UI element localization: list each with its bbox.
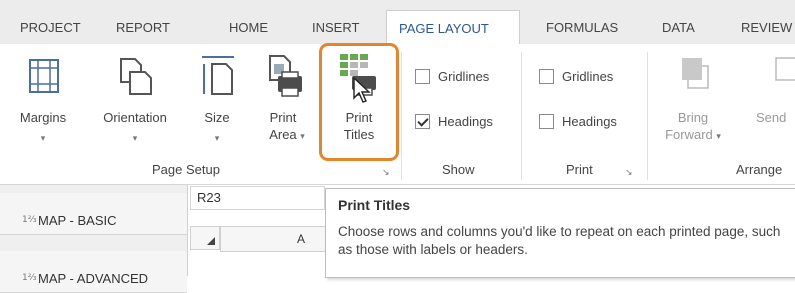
bring-forward-label-line2: Forward ▾ [665, 127, 721, 142]
print-gridlines-label: Gridlines [562, 69, 614, 84]
print-titles-tooltip: Print Titles Choose rows and columns you… [325, 188, 795, 278]
nav-item-label: MAP - BASIC [38, 213, 117, 228]
dialog-launcher-icon[interactable]: ↘ [625, 167, 633, 178]
bring-forward-button[interactable]: Bring Forward ▾ [662, 50, 724, 156]
bring-forward-label-line1: Bring [677, 110, 709, 125]
tab-insert[interactable]: INSERT [312, 20, 359, 35]
group-label-show: Show [442, 162, 475, 177]
group-separator [521, 52, 522, 180]
send-backward-label: Send [756, 110, 787, 125]
orientation-icon [120, 58, 152, 95]
tab-formulas[interactable]: FORMULAS [546, 20, 618, 35]
margins-button[interactable]: Margins ▾ [10, 50, 76, 156]
print-titles-highlight [319, 43, 399, 161]
tab-page-layout[interactable]: PAGE LAYOUT [386, 10, 520, 44]
checkbox-unchecked-icon [539, 69, 554, 85]
print-area-label-line1: Print [269, 110, 297, 125]
margins-icon [29, 59, 59, 93]
checkbox-unchecked-icon [415, 69, 430, 85]
size-button[interactable]: Size ▾ [194, 50, 240, 156]
dialog-launcher-icon[interactable]: ↘ [382, 167, 390, 178]
group-label-page-setup: Page Setup [152, 162, 220, 177]
size-label: Size [204, 110, 230, 125]
show-headings-checkbox[interactable]: Headings [415, 114, 493, 130]
svg-text:1⅔: 1⅔ [22, 273, 36, 283]
orientation-label: Orientation [103, 110, 167, 125]
ribbon-tab-bar: PROJECT REPORT HOME INSERT PAGE LAYOUT F… [0, 0, 795, 44]
print-area-button[interactable]: Print Area ▾ [252, 50, 314, 156]
show-headings-label: Headings [438, 114, 493, 129]
tooltip-title: Print Titles [338, 197, 411, 213]
map-grid-icon: 1⅔ [22, 215, 36, 225]
checkbox-checked-icon [415, 114, 430, 130]
sheet-navigation-panel: 1⅔ MAP - BASIC 1⅔ MAP - ADVANCED [0, 185, 188, 293]
dropdown-arrow-icon: ▾ [132, 133, 138, 143]
group-separator [401, 52, 402, 180]
dropdown-arrow-icon: ▾ [40, 133, 46, 143]
print-area-icon [269, 55, 302, 97]
show-gridlines-checkbox[interactable]: Gridlines [415, 69, 489, 85]
select-all-corner[interactable] [190, 226, 220, 250]
page-size-icon [202, 56, 234, 95]
dropdown-arrow-icon: ▾ [214, 133, 220, 143]
margins-label: Margins [19, 110, 67, 125]
print-area-label-line2: Area ▾ [269, 127, 305, 142]
tab-review[interactable]: REVIEW [741, 20, 792, 35]
tab-data[interactable]: DATA [662, 20, 695, 35]
nav-item-label: MAP - ADVANCED [38, 271, 149, 286]
print-gridlines-checkbox[interactable]: Gridlines [539, 69, 613, 85]
checkbox-unchecked-icon [539, 114, 554, 130]
group-label-arrange: Arrange [736, 162, 783, 177]
tab-home[interactable]: HOME [229, 20, 268, 35]
send-backward-icon [775, 57, 795, 81]
bring-forward-icon [682, 58, 709, 89]
tooltip-description: Choose rows and columns you'd like to re… [338, 224, 781, 257]
show-gridlines-label: Gridlines [438, 69, 490, 84]
nav-item-map-basic[interactable]: 1⅔ MAP - BASIC [0, 193, 187, 235]
group-label-print: Print [566, 162, 593, 177]
name-box[interactable]: R23 [190, 186, 325, 210]
map-grid-icon: 1⅔ [22, 273, 36, 283]
print-headings-label: Headings [562, 114, 617, 129]
group-separator [647, 52, 648, 180]
orientation-button[interactable]: Orientation ▾ [92, 50, 178, 156]
print-headings-checkbox[interactable]: Headings [539, 114, 617, 130]
send-backward-button[interactable]: Send [748, 50, 795, 156]
tab-report[interactable]: REPORT [116, 20, 170, 35]
tab-project[interactable]: PROJECT [20, 20, 81, 35]
svg-text:1⅔: 1⅔ [22, 215, 36, 225]
nav-item-map-advanced[interactable]: 1⅔ MAP - ADVANCED [0, 251, 187, 293]
